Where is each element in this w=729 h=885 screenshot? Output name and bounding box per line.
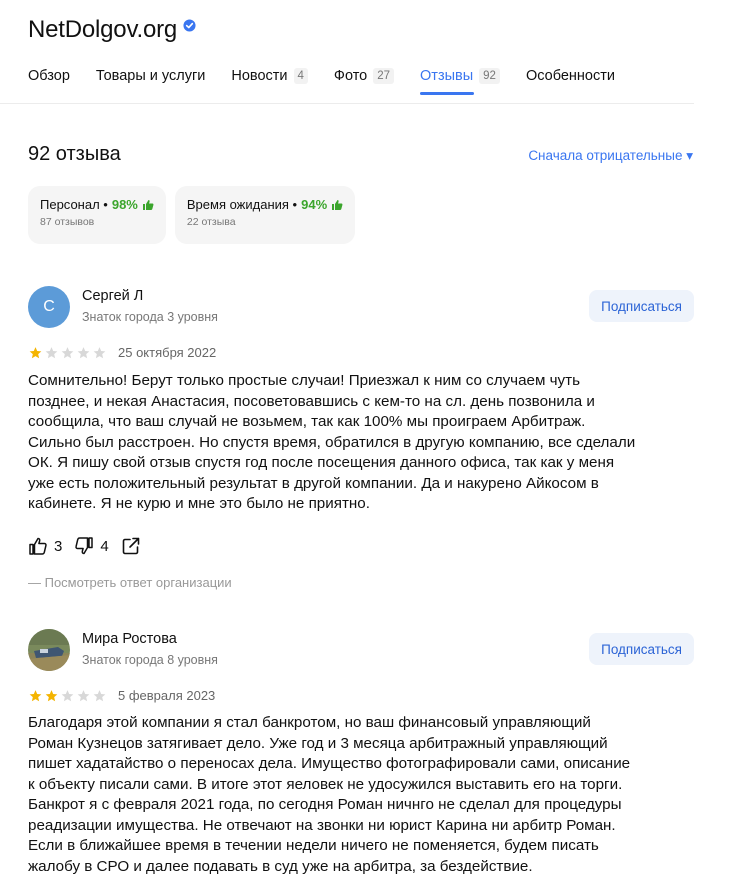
review-text-line: пишет хадатайство о переносах дела. Имущ… (28, 755, 631, 772)
chip-sub: 22 отзыва (186, 216, 236, 228)
star-icon (45, 689, 58, 701)
aspect-chips: Персонал • 98% 87 отзывов Время ожидания… (28, 186, 364, 244)
thumbs-up-icon (142, 199, 154, 210)
thumbs-up-icon (332, 199, 343, 210)
tab-products[interactable]: Товары и услуги (96, 66, 205, 86)
star-icon (29, 689, 42, 701)
tab-label: Обзор (28, 68, 70, 84)
tab-label: Отзывы (420, 68, 474, 84)
avatar-photo (28, 629, 70, 671)
avatar[interactable]: С (28, 286, 70, 328)
rating-row: 5 февраля 2023 (28, 688, 215, 703)
review-text-line: кабинете. Я не курю и мне это было не пр… (28, 495, 370, 512)
star-icon (45, 346, 58, 358)
tab-badge: 92 (479, 68, 500, 84)
chip-percent: 94% (301, 197, 328, 212)
rating-row: 25 октября 2022 (28, 345, 216, 360)
org-header: NetDolgov.org (28, 16, 196, 44)
tab-bar: Обзор Товары и услуги Новости 4 Фото 27 … (28, 66, 641, 95)
star-icon (93, 689, 106, 701)
like-button[interactable]: 3 (28, 536, 62, 556)
sort-dropdown[interactable]: Сначала отрицательные ▾ (528, 148, 693, 164)
reviews-count: 92 отзыва (28, 143, 121, 165)
review-date: 5 февраля 2023 (118, 688, 216, 703)
aspect-chip-waiting[interactable]: Время ожидания • 94% 22 отзыва (174, 186, 356, 244)
tab-news[interactable]: Новости 4 (231, 66, 308, 86)
review-text: Благодаря этой компании я стал банкротом… (28, 713, 694, 877)
tab-features[interactable]: Особенности (526, 66, 615, 86)
review-card: С Сергей Л Знаток города 3 уровня Подпис… (28, 286, 694, 596)
star-icon (61, 689, 74, 701)
star-icon (77, 689, 90, 701)
tabs-divider (0, 103, 694, 104)
star-rating (28, 689, 108, 703)
review-text-line: к объекту писали сами. В итоге этот яело… (28, 775, 623, 793)
tab-reviews[interactable]: Отзывы 92 (420, 66, 500, 95)
star-rating (28, 346, 108, 360)
tab-label: Особенности (525, 68, 615, 84)
review-text-line: Сомнительно! Берут только простые случаи… (28, 372, 581, 389)
chip-percent: 98% (111, 197, 138, 212)
author-name[interactable]: Сергей Л (82, 288, 143, 304)
view-org-reply-link[interactable]: — Посмотреть ответ организации (28, 575, 232, 590)
review-text-line: жалобу в СРО и далее подавать в суд уже … (28, 857, 533, 875)
chip-label: Персонал • (40, 197, 108, 212)
review-date: 25 октября 2022 (118, 345, 217, 360)
review-card: Мира Ростова Знаток города 8 уровня Подп… (28, 629, 694, 885)
review-text-line: ОК. Я пишу свой отзыв спустя год после п… (28, 454, 615, 471)
review-text-line: Банкрот я с февраля 2021 года, по сегодн… (28, 796, 622, 813)
tab-photo[interactable]: Фото 27 (333, 66, 395, 86)
star-icon (61, 346, 74, 358)
avatar[interactable] (28, 629, 70, 671)
star-icon (77, 346, 90, 358)
author-level: Знаток города 8 уровня (82, 653, 218, 667)
subscribe-button[interactable]: Подписаться (589, 290, 694, 322)
aspect-chip-staff[interactable]: Персонал • 98% 87 отзывов (28, 186, 166, 244)
tab-label: Фото (333, 68, 368, 84)
like-count: 3 (54, 537, 63, 555)
star-icon (93, 346, 106, 358)
review-text-line: реадизации имущества. Не отвечают на зво… (28, 816, 616, 834)
tab-label: Новости (231, 68, 288, 84)
review-text-line: Сильно был расстроен. Но спустя время, о… (28, 433, 636, 451)
tab-label: Товары и услуги (95, 68, 206, 84)
chip-sub: 87 отзывов (40, 216, 95, 228)
review-actions: 3 4 (28, 536, 159, 556)
review-text-line: Если в ближайшее время в течении недели … (28, 837, 599, 854)
chip-label: Время ожидания • (186, 197, 298, 212)
tab-badge: 27 (373, 68, 395, 84)
review-text-line: Роман Кузнецов затягивает дело. Уже год … (28, 734, 608, 752)
dislike-count: 4 (100, 537, 109, 555)
share-button[interactable] (121, 536, 147, 556)
subscribe-button[interactable]: Подписаться (589, 633, 694, 665)
review-text-line: сообщила, что ваш случай не возьмем, так… (28, 413, 586, 430)
author-name[interactable]: Мира Ростова (82, 631, 177, 647)
review-text: Сомнительно! Берут только простые случаи… (28, 371, 694, 515)
verified-icon (183, 18, 196, 32)
review-text-line: Благодаря этой компании я стал банкротом… (28, 714, 591, 731)
review-text-line: уже есть положительный результат в друго… (28, 474, 599, 492)
tab-overview[interactable]: Обзор (28, 66, 70, 86)
share-icon (122, 537, 139, 555)
review-text-line: позднее, и некая Анастасия, посоветовавш… (28, 392, 595, 410)
org-title: NetDolgov.org (28, 16, 178, 43)
avatar-letter: С (43, 298, 55, 315)
dislike-button[interactable]: 4 (74, 536, 109, 556)
star-icon (29, 346, 42, 358)
author-level: Знаток города 3 уровня (82, 310, 218, 324)
like-icon (29, 537, 47, 555)
tab-badge: 4 (293, 68, 308, 84)
dislike-icon (75, 537, 94, 555)
